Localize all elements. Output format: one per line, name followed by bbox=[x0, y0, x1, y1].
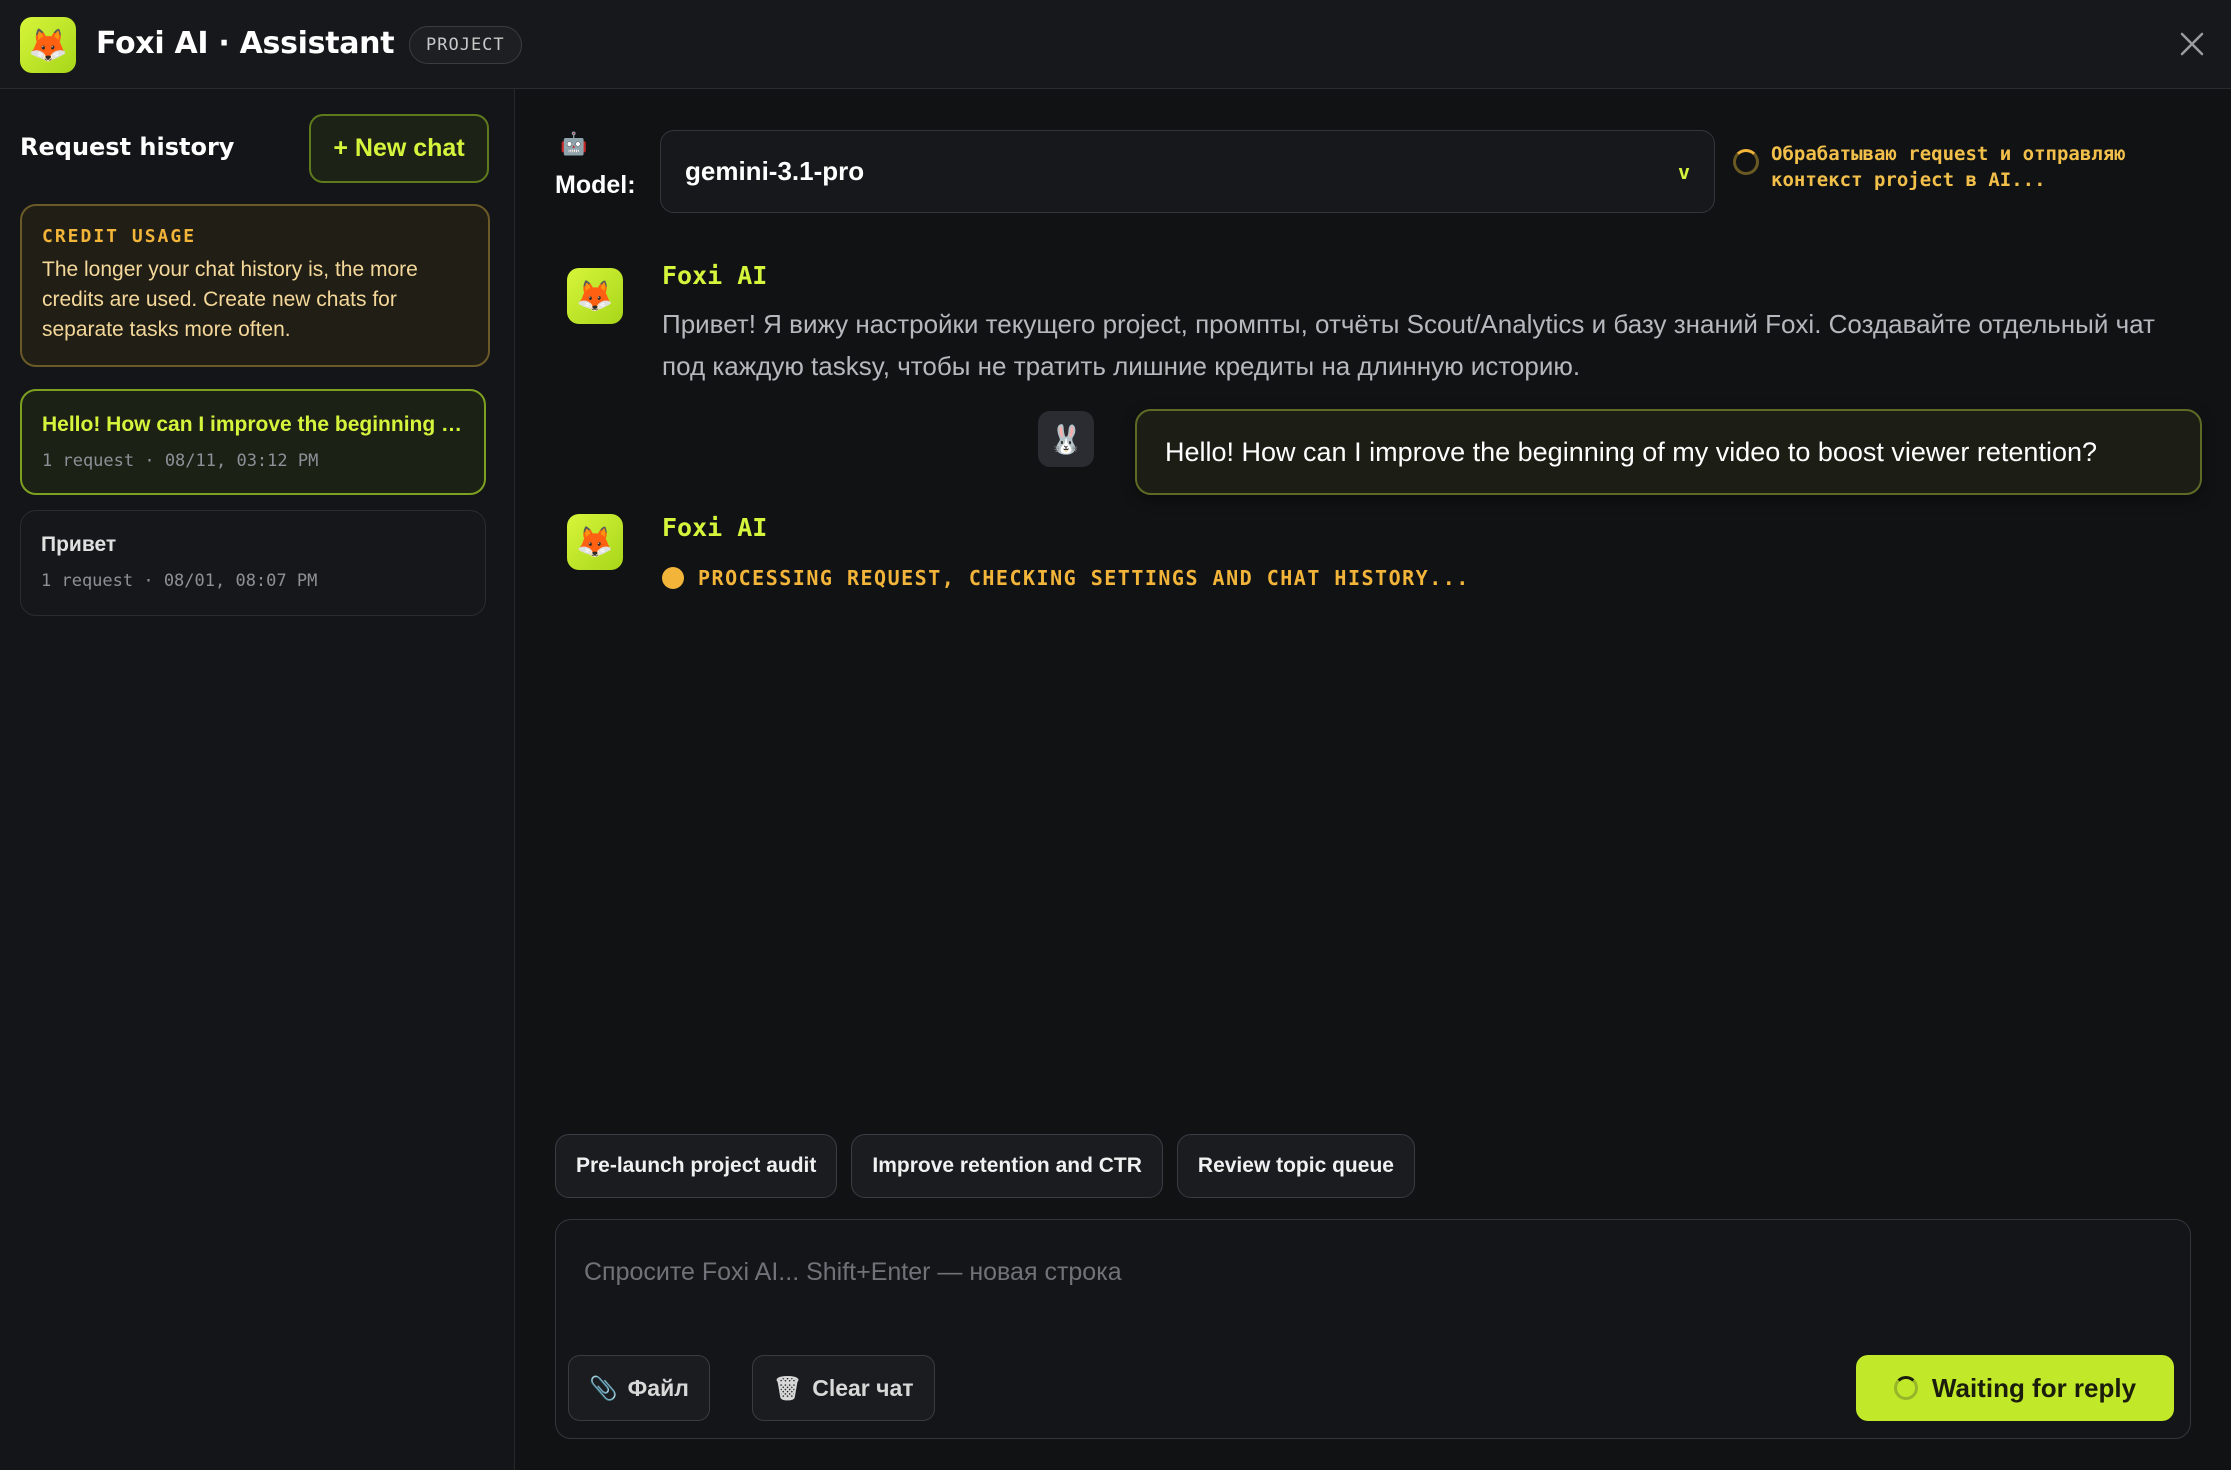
chat-history-item[interactable]: Привет 1 request · 08/01, 08:07 PM bbox=[20, 510, 486, 616]
send-button[interactable]: Waiting for reply bbox=[1856, 1355, 2174, 1421]
close-icon bbox=[2180, 32, 2204, 56]
trash-icon: 🗑 bbox=[773, 1374, 803, 1401]
model-label: Model: bbox=[555, 171, 636, 199]
suggestion-chip[interactable]: Improve retention and CTR bbox=[851, 1134, 1163, 1198]
bot-processing-text: PROCESSING REQUEST, CHECKING SETTINGS AN… bbox=[698, 566, 1470, 590]
chat-history-item-title: Привет bbox=[41, 533, 117, 556]
header: 🦊 Foxi AI · Assistant PROJECT bbox=[0, 0, 2231, 89]
suggestion-chip[interactable]: Pre-launch project audit bbox=[555, 1134, 838, 1198]
app-title: Foxi AI · Assistant bbox=[96, 26, 395, 61]
spinner-icon bbox=[1893, 1376, 1918, 1400]
attach-file-button[interactable]: 📎 Файл bbox=[568, 1355, 710, 1421]
app-window: 🦊 Foxi AI · Assistant PROJECT Request hi… bbox=[0, 0, 2231, 1470]
project-badge: PROJECT bbox=[409, 26, 522, 64]
processing-status: Обрабатываю request и отправляю контекст… bbox=[1733, 141, 2203, 193]
chat-history-item[interactable]: Hello! How can I improve the beginning o… bbox=[20, 389, 486, 495]
status-dot-icon bbox=[662, 567, 684, 589]
user-message: Hello! How can I improve the beginning o… bbox=[1135, 409, 2202, 495]
bot-avatar: 🦊 bbox=[567, 514, 623, 570]
spinner-icon bbox=[1733, 149, 1759, 175]
credit-usage-text: The longer your chat history is, the mor… bbox=[42, 258, 418, 341]
close-button[interactable] bbox=[2170, 22, 2214, 66]
attach-file-label: Файл bbox=[627, 1374, 689, 1401]
model-select-value: gemini-3.1-pro bbox=[685, 156, 865, 186]
paperclip-icon: 📎 bbox=[589, 1374, 618, 1401]
user-avatar: 🐰 bbox=[1038, 411, 1094, 467]
message-input[interactable] bbox=[584, 1252, 2144, 1292]
suggestion-chips: Pre-launch project audit Improve retenti… bbox=[555, 1134, 1415, 1198]
chat-history-item-meta: 1 request · 08/11, 03:12 PM bbox=[42, 451, 319, 471]
credit-usage-notice: CREDIT USAGE The longer your chat histor… bbox=[20, 204, 490, 367]
chevron-down-icon: v bbox=[1677, 159, 1690, 184]
robot-icon: 🤖 bbox=[560, 131, 588, 156]
processing-status-text: Обрабатываю request и отправляю контекст… bbox=[1771, 143, 2126, 191]
credit-usage-label: CREDIT USAGE bbox=[42, 226, 197, 247]
chat-history-item-meta: 1 request · 08/01, 08:07 PM bbox=[41, 571, 318, 591]
bot-avatar: 🦊 bbox=[567, 268, 623, 324]
chat-main: 🤖 Model: gemini-3.1-pro v Обрабатываю re… bbox=[515, 89, 2231, 1470]
sidebar: Request history + New chat CREDIT USAGE … bbox=[0, 89, 515, 1470]
bot-message: Привет! Я вижу настройки текущего projec… bbox=[662, 309, 2155, 381]
message-composer: 📎 Файл 🗑 Clear чат Waiting for reply bbox=[555, 1219, 2191, 1439]
model-select[interactable]: gemini-3.1-pro v bbox=[660, 130, 1715, 213]
bot-name: Foxi AI bbox=[662, 513, 768, 542]
clear-chat-label: Clear чат bbox=[812, 1374, 914, 1401]
bot-name: Foxi AI bbox=[662, 261, 768, 290]
bot-processing-indicator: PROCESSING REQUEST, CHECKING SETTINGS AN… bbox=[662, 566, 1470, 590]
chat-history-item-title: Hello! How can I improve the beginning o… bbox=[42, 413, 464, 436]
new-chat-button[interactable]: + New chat bbox=[309, 114, 489, 183]
send-button-label: Waiting for reply bbox=[1931, 1372, 2137, 1403]
fox-logo-icon: 🦊 bbox=[20, 17, 76, 73]
suggestion-chip[interactable]: Review topic queue bbox=[1176, 1134, 1415, 1198]
sidebar-title: Request history bbox=[20, 133, 235, 161]
clear-chat-button[interactable]: 🗑 Clear чат bbox=[752, 1355, 935, 1421]
